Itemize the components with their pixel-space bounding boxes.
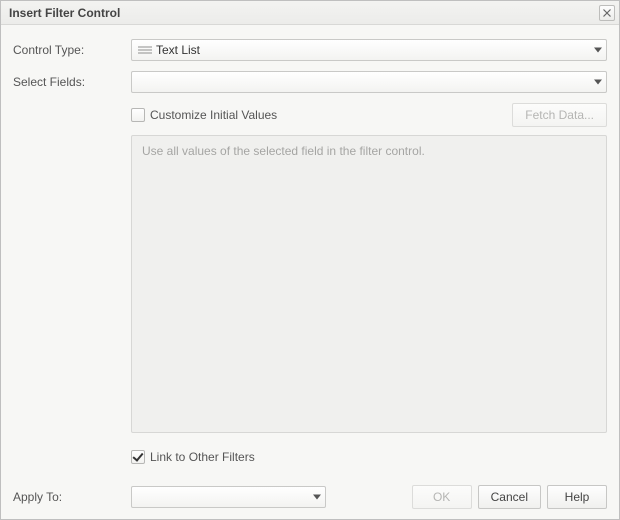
- initial-values-placeholder: Use all values of the selected field in …: [142, 144, 425, 158]
- dialog-body: Control Type: Text List Select Fields:: [1, 25, 619, 519]
- chevron-down-icon: [594, 80, 602, 85]
- apply-to-label: Apply To:: [13, 490, 131, 504]
- customize-row: Customize Initial Values Fetch Data...: [131, 103, 607, 127]
- help-label: Help: [565, 490, 590, 504]
- chevron-down-icon: [313, 495, 321, 500]
- control-type-row: Control Type: Text List: [13, 39, 607, 61]
- link-filters-checkbox[interactable]: [131, 450, 145, 464]
- fetch-data-label: Fetch Data...: [525, 108, 594, 122]
- bottom-row: Apply To: OK Cancel Help: [13, 485, 607, 509]
- initial-values-area[interactable]: Use all values of the selected field in …: [131, 135, 607, 433]
- control-type-value: Text List: [156, 43, 200, 57]
- control-type-label: Control Type:: [13, 43, 131, 57]
- titlebar: Insert Filter Control: [1, 1, 619, 25]
- close-button[interactable]: [599, 5, 615, 21]
- ok-label: OK: [433, 490, 450, 504]
- select-fields-row: Select Fields:: [13, 71, 607, 93]
- options-block: Customize Initial Values Fetch Data... U…: [131, 103, 607, 481]
- cancel-label: Cancel: [491, 490, 528, 504]
- customize-checkbox[interactable]: [131, 108, 145, 122]
- cancel-button[interactable]: Cancel: [478, 485, 541, 509]
- link-filters-row: Link to Other Filters: [131, 445, 607, 469]
- button-bar: OK Cancel Help: [412, 485, 607, 509]
- dialog-title: Insert Filter Control: [9, 6, 599, 20]
- link-filters-label: Link to Other Filters: [150, 450, 255, 464]
- apply-to-combo[interactable]: [131, 486, 326, 508]
- help-button[interactable]: Help: [547, 485, 607, 509]
- close-icon: [603, 9, 611, 17]
- select-fields-combo[interactable]: [131, 71, 607, 93]
- select-fields-label: Select Fields:: [13, 75, 131, 89]
- chevron-down-icon: [594, 48, 602, 53]
- text-list-icon: [138, 46, 152, 54]
- fetch-data-button[interactable]: Fetch Data...: [512, 103, 607, 127]
- customize-label: Customize Initial Values: [150, 108, 277, 122]
- insert-filter-control-dialog: Insert Filter Control Control Type: Text…: [0, 0, 620, 520]
- ok-button[interactable]: OK: [412, 485, 472, 509]
- control-type-combo[interactable]: Text List: [131, 39, 607, 61]
